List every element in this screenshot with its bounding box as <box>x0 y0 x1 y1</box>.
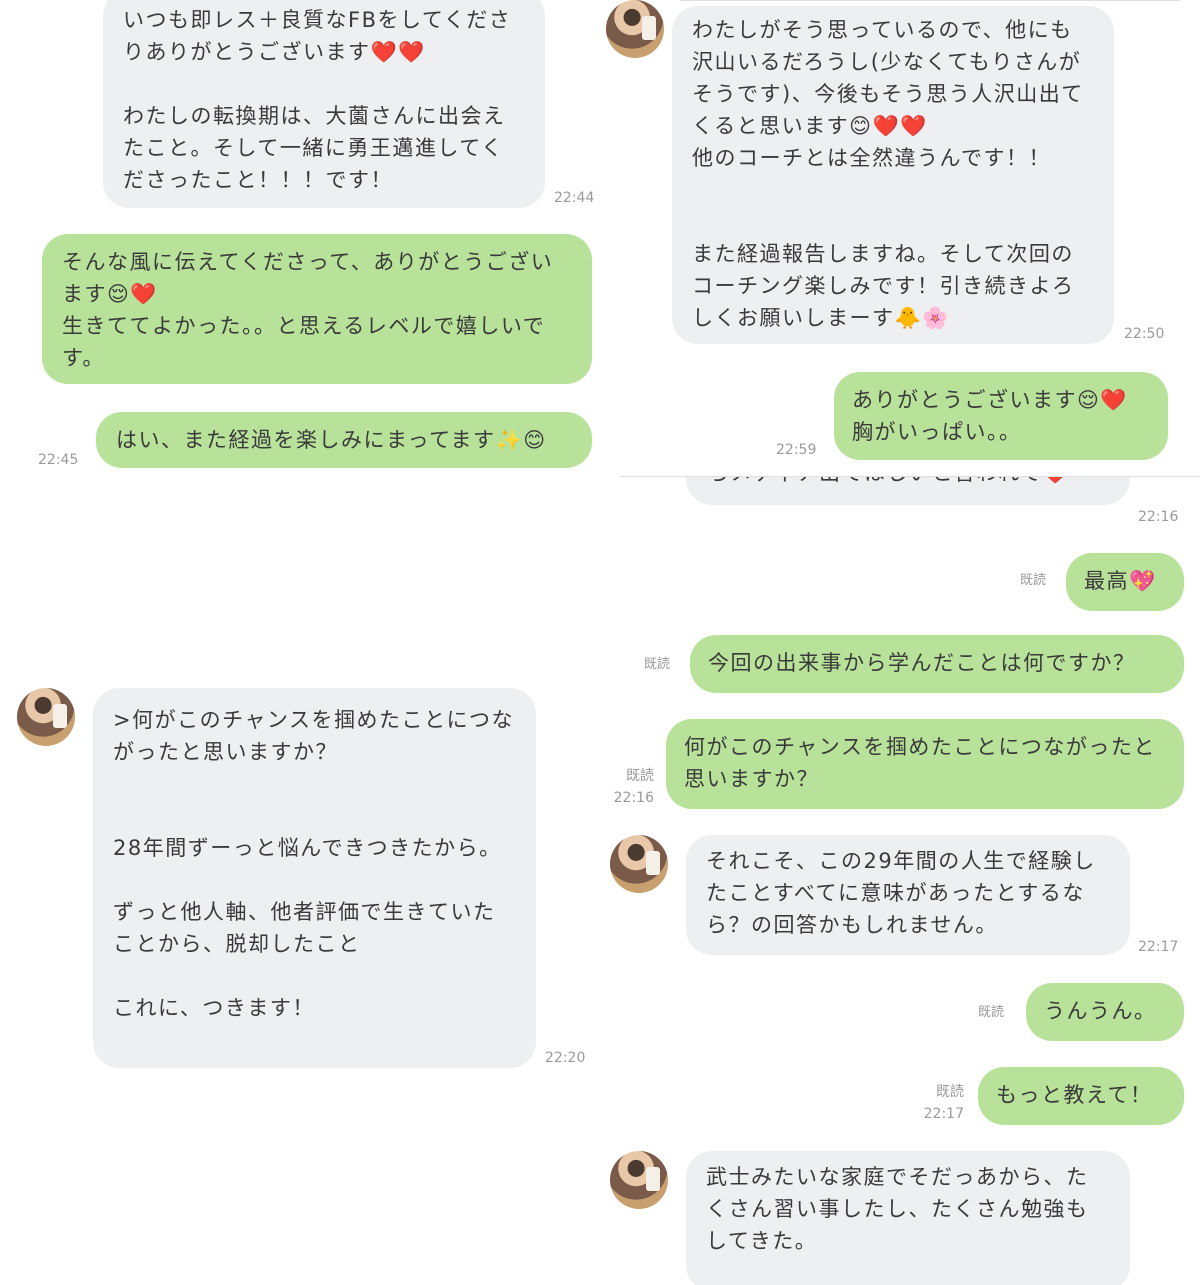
message-bubble: 最高💖 <box>1066 553 1184 611</box>
chat-panel-bottom-left: >何がこのチャンスを掴めたことにつながったと思いますか？ 28年間ずーっと悩んで… <box>0 480 600 1285</box>
avatar[interactable] <box>610 1151 668 1209</box>
message-bubble: ありがとうございます😌❤️ 胸がいっぱい。。 <box>834 372 1168 460</box>
chat-panel-top-left: いつも即レス＋良質なFBをしてくださりありがとうございます❤️❤️ わたしの転換… <box>0 0 600 480</box>
message-time: 22:44 <box>554 190 594 206</box>
avatar[interactable] <box>610 835 668 893</box>
chat-panel-top-right: わたしがそう思っているので、他にも沢山いるだろうし(少なくてもりさんがそうです)… <box>600 0 1200 476</box>
avatar[interactable] <box>606 0 664 58</box>
message-bubble: そんな風に伝えてくださって、ありがとうございます😌❤️ 生きててよかった。。と思… <box>42 234 592 384</box>
message-time: 22:17 <box>923 1106 964 1122</box>
message-meta: 既読 22:17 <box>918 1081 964 1125</box>
message-bubble: らメディア出てほしいと言われて❤️ <box>686 477 1130 505</box>
message-bubble: 武士みたいな家庭でそだっあから、たくさん習い事したし、たくさん勉強もしてきた。 <box>686 1151 1130 1285</box>
message-bubble: いつも即レス＋良質なFBをしてくださりありがとうございます❤️❤️ わたしの転換… <box>103 0 545 208</box>
read-receipt: 既読 <box>626 768 654 784</box>
read-receipt: 既読 <box>978 1005 1005 1020</box>
message-time: 22:50 <box>1124 326 1165 342</box>
top-border <box>680 0 1180 1</box>
message-time: 22:16 <box>1138 509 1179 525</box>
read-receipt: 既読 <box>1020 573 1047 588</box>
message-time: 22:20 <box>545 1050 586 1066</box>
message-bubble: わたしがそう思っているので、他にも沢山いるだろうし(少なくてもりさんがそうです)… <box>672 6 1114 344</box>
chat-panel-bottom-right: らメディア出てほしいと言われて❤️ 22:16 既読 最高💖 既読 今回の出来事… <box>600 477 1200 1285</box>
message-meta: 既読 22:16 <box>608 765 654 809</box>
message-bubble: 何がこのチャンスを掴めたことにつながったと思いますか？ <box>666 719 1184 809</box>
message-bubble: はい、また経過を楽しみにまってます✨😊 <box>96 412 592 468</box>
message-time: 22:17 <box>1138 939 1179 955</box>
message-time: 22:59 <box>776 442 817 458</box>
read-receipt: 既読 <box>644 657 671 672</box>
message-bubble: 今回の出来事から学んだことは何ですか？ <box>690 635 1184 693</box>
read-receipt: 既読 <box>936 1084 964 1100</box>
message-bubble: それこそ、この29年間の人生で経験したことすべてに意味があったとするなら？の回答… <box>686 835 1130 955</box>
message-bubble: もっと教えて！ <box>978 1067 1184 1125</box>
message-bubble: >何がこのチャンスを掴めたことにつながったと思いますか？ 28年間ずーっと悩んで… <box>93 688 536 1068</box>
message-time: 22:45 <box>38 452 79 468</box>
avatar[interactable] <box>17 688 75 746</box>
message-time: 22:16 <box>613 790 654 806</box>
message-bubble: うんうん。 <box>1026 983 1184 1041</box>
